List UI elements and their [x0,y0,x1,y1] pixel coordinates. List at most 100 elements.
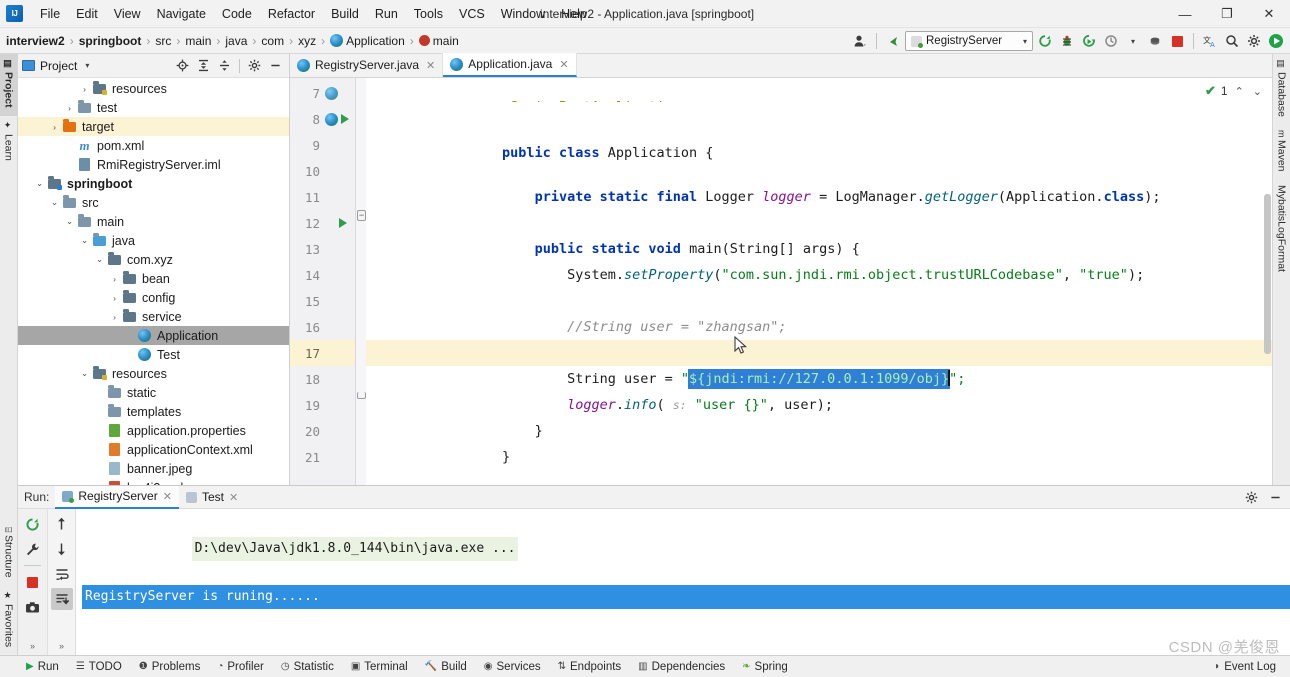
editor-tab-registryserver[interactable]: RegistryServer.java ✕ [290,53,444,77]
scroll-up-icon[interactable] [51,513,73,535]
spring-bean-gutter-icon[interactable] [325,86,338,100]
status-item-statistic[interactable]: ◷ Statistic [273,657,342,677]
project-panel-title-button[interactable]: Project ▾ [22,59,89,73]
tree-item-banner-jpeg[interactable]: banner.jpeg [18,459,289,478]
debug-icon[interactable] [1057,30,1077,52]
stop-icon[interactable] [1167,30,1187,52]
run-tab-test[interactable]: Test ✕ [179,486,245,509]
attach-icon[interactable] [1145,30,1165,52]
tree-item-application[interactable]: Application [18,326,289,345]
expand-arrow-icon[interactable]: ⌄ [78,368,91,379]
expand-arrow-icon[interactable]: ⌄ [78,235,91,246]
status-item-spring[interactable]: ❧ Spring [734,657,796,677]
breadcrumb-item-interview2[interactable]: interview2 [4,29,67,53]
breadcrumb-item-main[interactable]: main [183,29,213,53]
tree-item-resources[interactable]: ⌄ resources [18,364,289,383]
user-icon[interactable] [850,30,870,52]
wrench-icon[interactable] [22,538,44,560]
sidebar-tab-favorites[interactable]: ★ Favorites [0,586,17,655]
expand-arrow-icon[interactable]: › [108,293,121,303]
search-icon[interactable] [1222,30,1242,52]
tree-item-applicationcontext-xml[interactable]: applicationContext.xml [18,440,289,459]
inspection-widget[interactable]: ✔ 1 ⌃ ⌄ [1205,83,1264,99]
run-configuration-selector[interactable]: RegistryServer ▾ [905,31,1033,51]
more-actions-icon[interactable]: » [30,641,35,655]
tree-item-resources[interactable]: › resources [18,79,289,98]
settings-icon[interactable] [1244,30,1264,52]
tree-item-pom-xml[interactable]: m pom.xml [18,136,289,155]
more-actions-icon[interactable]: » [59,641,64,655]
menu-refactor[interactable]: Refactor [260,3,323,25]
tree-item-main[interactable]: ⌄ main [18,212,289,231]
console-output[interactable]: D:\dev\Java\jdk1.8.0_144\bin\java.exe ..… [76,509,1290,655]
scroll-down-icon[interactable] [51,538,73,560]
tree-item-test[interactable]: › test [18,98,289,117]
breadcrumb-item-xyz[interactable]: xyz [296,29,318,53]
fold-end-icon[interactable] [357,392,366,399]
project-tree[interactable]: › resources › test › target m pom.xml RmiRegistr… [18,78,289,485]
spring-bean-gutter-icon[interactable] [325,112,338,126]
sidebar-tab-project[interactable]: ▤ Project [0,54,17,116]
code-content[interactable]: @SpringBootApplication public class Appl… [366,78,1272,485]
sidebar-tab-structure[interactable]: ⌸ Structure [0,522,17,586]
menu-navigate[interactable]: Navigate [149,3,214,25]
status-item-problems[interactable]: ❶ Problems [131,657,209,677]
menu-vcs[interactable]: VCS [451,3,493,25]
panel-settings-icon[interactable] [245,56,264,75]
chevron-down-icon[interactable]: ⌄ [1251,85,1264,98]
menu-file[interactable]: File [32,3,68,25]
breadcrumb-item-springboot[interactable]: springboot [77,29,144,53]
sidebar-tab-maven[interactable]: m Maven [1273,125,1290,180]
editor-tab-application[interactable]: Application.java ✕ [443,53,577,77]
sidebar-tab-database[interactable]: ▤ Database [1273,54,1290,125]
run-gutter-icon[interactable] [339,218,347,228]
expand-arrow-icon[interactable]: ⌄ [33,178,46,189]
breadcrumb-item-com[interactable]: com [259,29,286,53]
status-item-endpoints[interactable]: ⇅ Endpoints [550,657,630,677]
expand-arrow-icon[interactable]: ⌄ [93,254,106,265]
maximize-button[interactable]: ❐ [1206,0,1248,28]
expand-arrow-icon[interactable]: › [78,84,91,94]
tree-item-rmiregistryserver-iml[interactable]: RmiRegistryServer.iml [18,155,289,174]
menu-edit[interactable]: Edit [68,3,106,25]
sidebar-tab-learn[interactable]: ✦ Learn [0,116,17,169]
tree-item-service[interactable]: › service [18,307,289,326]
run-panel-settings-icon[interactable] [1240,486,1262,508]
expand-arrow-icon[interactable]: ⌄ [48,197,61,208]
rerun-icon[interactable] [1035,30,1055,52]
close-icon[interactable]: ✕ [163,490,172,503]
run-tab-registryserver[interactable]: RegistryServer ✕ [55,485,179,509]
collapse-all-icon[interactable] [215,56,234,75]
run-panel-hide-icon[interactable] [1264,486,1286,508]
tree-item-test[interactable]: Test [18,345,289,364]
tree-item-templates[interactable]: templates [18,402,289,421]
expand-arrow-icon[interactable]: › [48,122,61,132]
status-item-event-log[interactable]: ◗ Event Log [1206,657,1284,677]
tree-item-log4j2-xml[interactable]: log4j2.xml [18,478,289,485]
menu-tools[interactable]: Tools [406,3,451,25]
status-item-todo[interactable]: ☰ TODO [68,657,130,677]
tree-item-src[interactable]: ⌄ src [18,193,289,212]
menu-code[interactable]: Code [214,3,260,25]
chevron-down-icon[interactable]: ▾ [1123,30,1143,52]
profile-icon[interactable] [1101,30,1121,52]
tree-item-java[interactable]: ⌄ java [18,231,289,250]
back-arrow-icon[interactable] [883,30,903,52]
run-with-coverage-icon[interactable] [1079,30,1099,52]
status-item-terminal[interactable]: ▣ Terminal [343,657,416,677]
translate-icon[interactable]: 文A [1200,30,1220,52]
tree-item-com-xyz[interactable]: ⌄ com.xyz [18,250,289,269]
menu-view[interactable]: View [106,3,149,25]
expand-arrow-icon[interactable]: › [63,103,76,113]
run-gutter-icon[interactable] [341,114,349,124]
editor-area[interactable]: 7 8 9 10 11 12 13 14 15 16 17 18 19 20 2… [290,78,1272,485]
fold-collapse-icon[interactable]: − [357,210,366,221]
chevron-up-icon[interactable]: ⌃ [1233,85,1246,98]
editor-scrollbar[interactable] [1263,104,1272,485]
menu-run[interactable]: Run [367,3,406,25]
status-item-dependencies[interactable]: ▥ Dependencies [630,657,733,677]
sidebar-tab-mybatislogformat[interactable]: MybatisLogFormat [1273,180,1290,280]
tree-item-application-properties[interactable]: application.properties [18,421,289,440]
expand-arrow-icon[interactable]: ⌄ [63,216,76,227]
scroll-to-end-icon[interactable] [50,588,73,610]
